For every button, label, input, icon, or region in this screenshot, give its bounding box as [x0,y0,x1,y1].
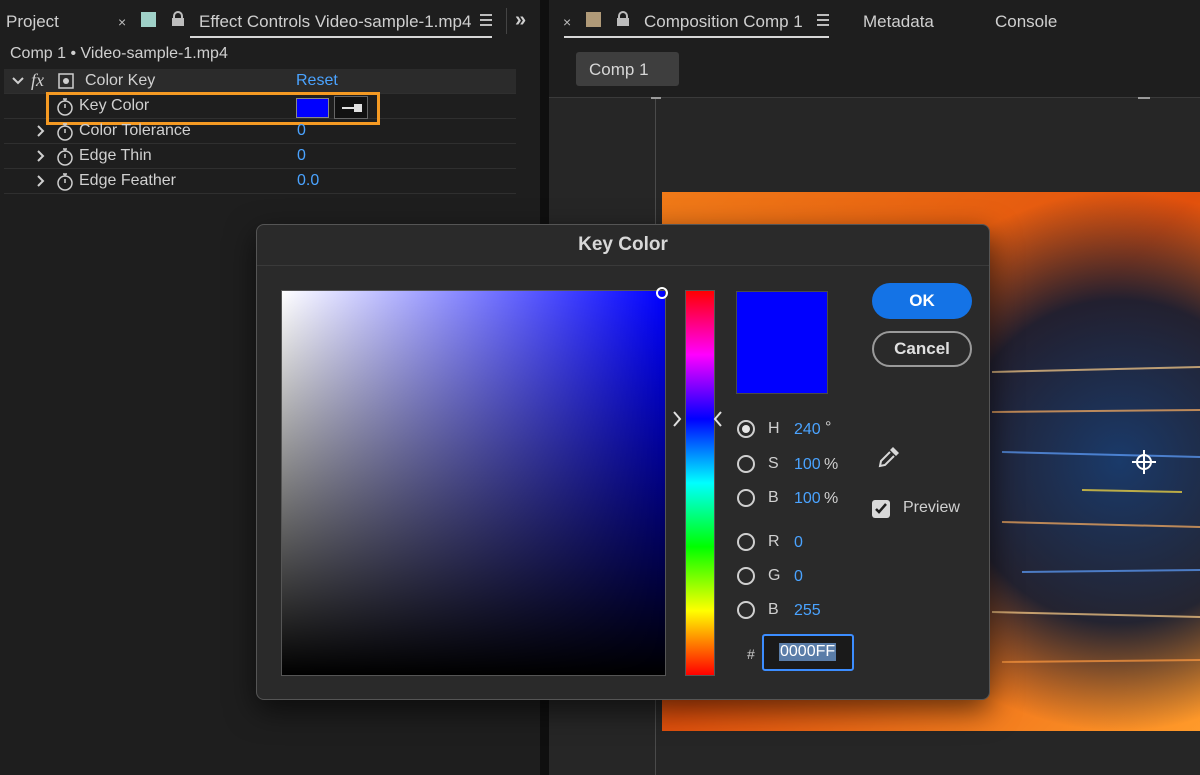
param-value[interactable]: 0.0 [297,172,319,190]
reset-link[interactable]: Reset [296,72,338,90]
dialog-title: Key Color [578,234,668,255]
panel-breadcrumb: Comp 1 • Video-sample-1.mp4 [10,45,228,62]
eyedropper-icon[interactable] [876,444,902,470]
red-label: R [768,533,780,550]
param-label: Color Tolerance [79,122,191,139]
new-color-swatch [736,291,828,394]
tab-console[interactable]: Console [995,12,1057,32]
lock-icon[interactable] [171,11,185,27]
label-color-swatch[interactable] [586,12,601,27]
chevron-right-icon[interactable] [36,150,45,162]
label-color-swatch[interactable] [141,12,156,27]
radio-blue[interactable] [737,601,755,619]
close-tab-icon[interactable]: × [563,14,571,30]
active-tab-underline [190,36,492,38]
eyedropper-icon [342,104,362,112]
param-value[interactable]: 0 [297,147,306,165]
comp-sub-tab[interactable]: Comp 1 [576,52,679,86]
param-row-edge-feather: Edge Feather 0.0 [4,169,516,194]
stopwatch-icon[interactable] [56,173,74,191]
radio-green[interactable] [737,567,755,585]
chevron-right-icon[interactable] [36,125,45,137]
cancel-button[interactable]: Cancel [872,331,972,367]
hue-slider-handle-right[interactable] [713,411,723,427]
hex-hash-label: # [747,646,755,662]
active-tab-underline [564,36,829,38]
green-value[interactable]: 0 [794,568,803,586]
effect-toggle-icon[interactable] [58,73,74,89]
brightness-value[interactable]: 100 [794,490,821,508]
param-label: Edge Thin [79,147,152,164]
saturation-value[interactable]: 100 [794,456,821,474]
hue-slider[interactable] [685,290,715,676]
guide-marker [1138,97,1150,99]
saturation-label: S [768,455,779,472]
radio-red[interactable] [737,533,755,551]
tab-divider [506,8,507,34]
stopwatch-icon[interactable] [56,148,74,166]
fx-icon[interactable]: fx [31,70,44,91]
overflow-icon[interactable]: » [515,9,526,32]
blue-value[interactable]: 255 [794,602,821,620]
param-row-color-tolerance: Color Tolerance 0 [4,119,516,144]
dialog-title-bar[interactable]: Key Color [257,225,989,266]
color-picker-marker[interactable] [656,287,668,299]
panel-menu-icon[interactable] [817,14,829,26]
close-tab-icon[interactable]: × [118,14,126,30]
hex-input[interactable]: 0000FF [762,634,854,671]
tab-effect-controls[interactable]: Effect Controls Video-sample-1.mp4 [199,12,471,32]
chevron-right-icon[interactable] [36,175,45,187]
param-value[interactable]: 0 [297,122,306,140]
preview-checkbox[interactable] [872,500,890,518]
effect-name: Color Key [85,72,156,89]
radio-hue[interactable] [737,420,755,438]
tab-metadata[interactable]: Metadata [863,12,934,32]
tab-project[interactable]: Project [6,12,59,32]
hue-slider-handle-left[interactable] [672,411,682,427]
stopwatch-icon[interactable] [56,123,74,141]
lock-icon[interactable] [616,11,630,27]
hue-value[interactable]: 240 [794,421,821,439]
param-label: Edge Feather [79,172,176,189]
param-row-edge-thin: Edge Thin 0 [4,144,516,169]
ok-button[interactable]: OK [872,283,972,319]
tab-composition[interactable]: Composition Comp 1 [644,12,803,32]
chevron-down-icon[interactable] [12,77,24,86]
blue-label: B [768,601,779,618]
left-tab-bar: Project × Effect Controls Video-sample-1… [0,0,540,42]
key-color-swatch[interactable] [296,98,329,118]
key-color-eyedropper[interactable] [334,96,368,119]
hue-unit: ° [825,419,832,436]
green-label: G [768,567,781,584]
red-value[interactable]: 0 [794,534,803,552]
effect-row-color-key[interactable]: fx Color Key Reset [4,69,516,94]
hue-label: H [768,420,780,437]
guide-marker [651,97,661,99]
checkmark-icon [875,503,887,514]
hex-input-value: 0000FF [779,643,837,661]
saturation-unit: % [824,456,839,473]
comp-sub-tab-label: Comp 1 [589,60,649,79]
radio-saturation[interactable] [737,455,755,473]
radio-brightness[interactable] [737,489,755,507]
brightness-unit: % [824,490,839,507]
panel-menu-icon[interactable] [480,14,492,26]
brightness-label: B [768,489,779,506]
preview-label: Preview [903,499,960,516]
saturation-brightness-field[interactable] [281,290,666,676]
